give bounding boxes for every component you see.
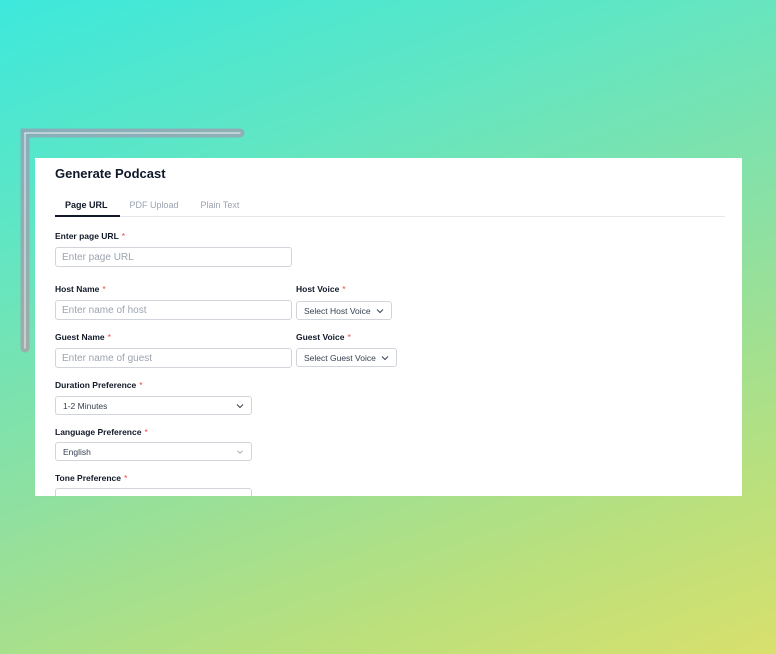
chevron-down-icon	[236, 448, 244, 456]
required-marker: *	[139, 380, 143, 390]
guest-voice-label: Guest Voice *	[296, 332, 351, 342]
chevron-down-icon	[236, 402, 244, 410]
required-marker: *	[342, 284, 346, 294]
required-marker: *	[144, 427, 148, 437]
required-marker: *	[123, 473, 128, 483]
tone-select[interactable]	[55, 488, 252, 496]
required-marker: *	[121, 231, 126, 241]
tone-label: Tone Preference *	[55, 473, 128, 483]
page-url-input[interactable]	[55, 247, 292, 267]
required-marker: *	[102, 284, 106, 294]
language-select[interactable]: English	[55, 442, 252, 461]
guest-name-label: Guest Name *	[55, 332, 111, 342]
required-marker: *	[107, 332, 111, 342]
host-voice-select[interactable]: Select Host Voice	[296, 301, 392, 320]
generate-podcast-form: Generate Podcast Page URL PDF Upload Pla…	[35, 158, 742, 496]
tab-pdf-upload[interactable]: PDF Upload	[120, 194, 191, 217]
host-voice-label: Host Voice *	[296, 284, 346, 294]
language-label: Language Preference *	[55, 427, 148, 437]
duration-label: Duration Preference *	[55, 380, 143, 390]
host-name-input[interactable]	[55, 300, 292, 320]
guest-voice-select[interactable]: Select Guest Voice	[296, 348, 397, 367]
duration-select[interactable]: 1-2 Minutes	[55, 396, 252, 415]
host-name-label: Host Name *	[55, 284, 106, 294]
tab-bar: Page URL PDF Upload Plain Text	[55, 194, 725, 217]
page-title: Generate Podcast	[55, 166, 166, 181]
tab-plain-text[interactable]: Plain Text	[191, 194, 252, 217]
guest-name-input[interactable]	[55, 348, 292, 368]
chevron-down-icon	[376, 307, 384, 315]
tab-page-url[interactable]: Page URL	[55, 194, 120, 217]
required-marker: *	[347, 332, 351, 342]
page-url-label: Enter page URL *	[55, 231, 126, 241]
chevron-down-icon	[381, 354, 389, 362]
